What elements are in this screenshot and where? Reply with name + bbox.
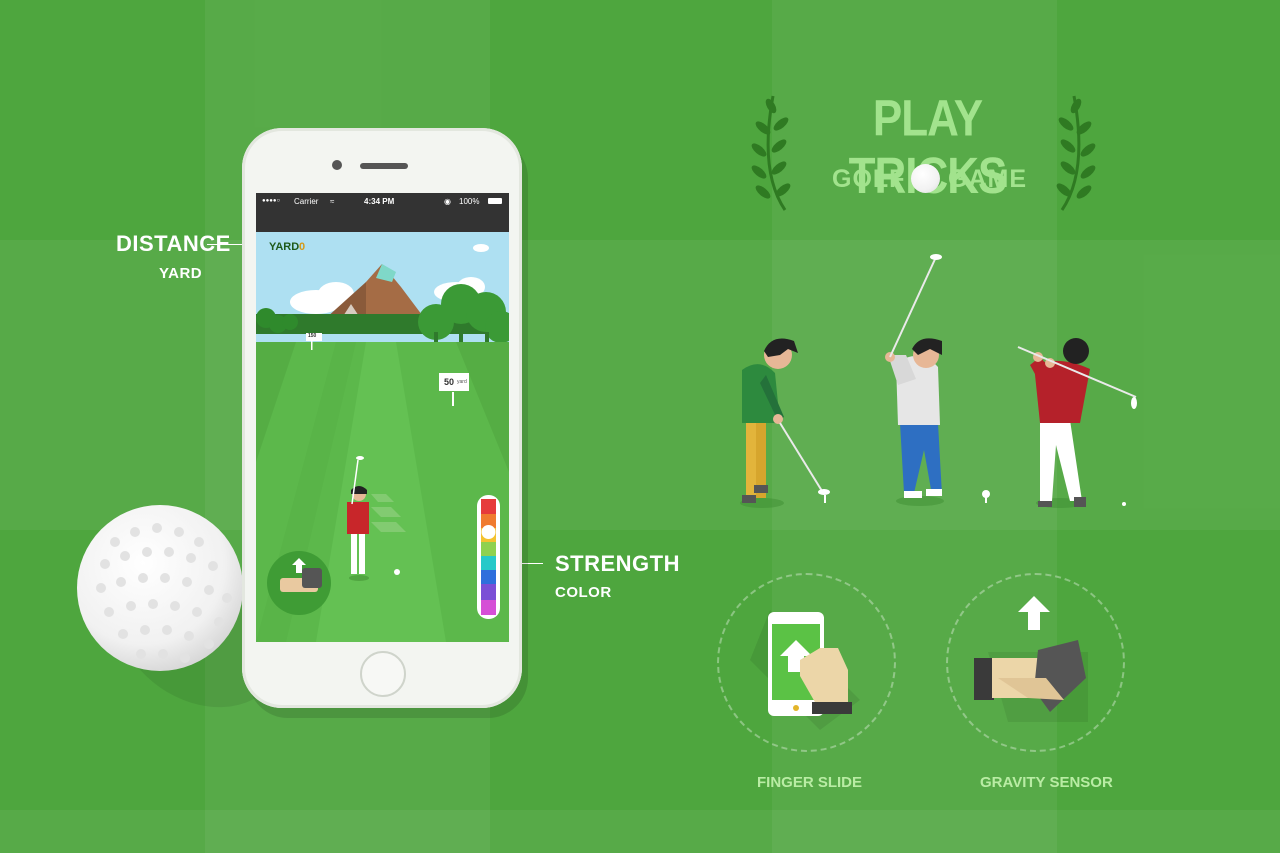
phone-device: ●●●●○ Carrier ≈ 4:34 PM ◉ 100% YARD 0 15… [242, 128, 522, 708]
finger-slide-label: FINGER SLIDE [757, 774, 863, 791]
battery-percent: 100% [459, 197, 480, 206]
laurel-left-icon [751, 95, 791, 211]
signal-indicator: ●●●●○ [262, 198, 281, 204]
big-golf-ball-icon [77, 505, 243, 671]
game-screen[interactable]: ●●●●○ Carrier ≈ 4:34 PM ◉ 100% YARD 0 15… [256, 193, 509, 642]
front-camera [332, 160, 342, 170]
swing-sequence [740, 254, 1137, 508]
strength-unit: COLOR [555, 584, 612, 601]
title-sub-golf: GOLF [832, 165, 906, 193]
title-sub-game: GAME [948, 165, 1027, 193]
battery-icon [488, 198, 502, 204]
finger-slide-icon[interactable] [750, 600, 870, 730]
wifi-icon: ≈ [330, 197, 335, 206]
status-bar: ●●●●○ Carrier ≈ 4:34 PM ◉ 100% [256, 193, 509, 232]
earpiece-speaker [360, 163, 408, 169]
distance-unit: YARD [159, 265, 203, 282]
home-button[interactable] [360, 651, 406, 697]
sign-50-label: 50 [444, 377, 455, 387]
yard-value: 0 [299, 241, 306, 253]
laurel-right-icon [1056, 95, 1096, 211]
golf-ball-icon [911, 164, 940, 193]
carrier-name: Carrier [294, 197, 319, 206]
lock-rotation-icon: ◉ [444, 197, 451, 206]
status-time: 4:34 PM [364, 197, 395, 206]
strength-title: STRENGTH [555, 551, 680, 576]
bg-band-h2 [0, 810, 1280, 853]
sign-50-unit: yard [457, 379, 467, 385]
gravity-control-button[interactable] [267, 551, 331, 615]
gravity-sensor-label: GRAVITY SENSOR [980, 774, 1113, 791]
yard-label: YARD [269, 241, 300, 253]
sign-150-label: 150 [308, 333, 317, 339]
game-poster: PLAY TRICKS GOLF GAME DISTANCE YARD STRE… [0, 0, 1280, 853]
gravity-sensor-icon[interactable] [968, 592, 1098, 722]
strength-meter [477, 495, 500, 619]
